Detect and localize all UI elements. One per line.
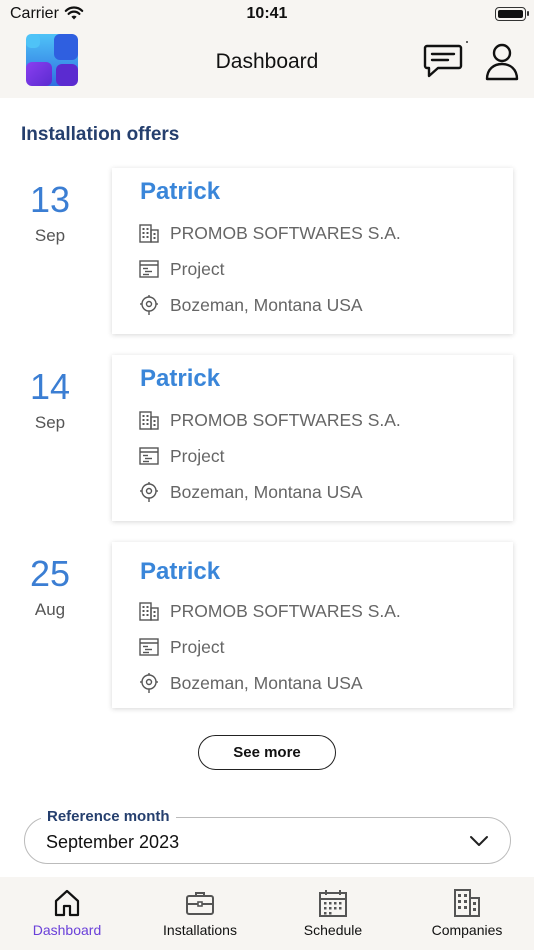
project-icon	[139, 260, 159, 278]
project-icon	[139, 447, 159, 465]
offer-type-row: Project	[138, 258, 224, 280]
clock: 10:41	[246, 5, 288, 22]
offer-name: Patrick	[140, 558, 221, 585]
building-icon	[139, 602, 159, 621]
tab-installations[interactable]: Installations	[133, 877, 267, 950]
tab-label: Installations	[163, 922, 237, 938]
offer-location-row: Bozeman, Montana USA	[138, 481, 363, 503]
offer-card[interactable]: Patrick PROMOB SOFTWARES S.A. Project Bo…	[112, 542, 513, 708]
location-pin-icon	[140, 482, 158, 502]
building-icon	[139, 224, 159, 243]
offer-company: PROMOB SOFTWARES S.A.	[170, 600, 401, 621]
status-bar: Carrier 10:41	[0, 0, 534, 28]
offer-location-row: Bozeman, Montana USA	[138, 672, 363, 694]
tab-label: Companies	[431, 922, 503, 938]
section-title: Installation offers	[21, 124, 180, 145]
tab-bar: Dashboard Installations Schedule Compani…	[0, 877, 534, 950]
user-icon[interactable]	[484, 42, 520, 82]
offer-company: PROMOB SOFTWARES S.A.	[170, 409, 401, 430]
building-icon	[139, 411, 159, 430]
offer-type: Project	[170, 445, 225, 466]
notification-dot	[466, 41, 468, 43]
location-pin-icon	[140, 673, 158, 693]
offer-card[interactable]: Patrick PROMOB SOFTWARES S.A. Project Bo…	[112, 355, 513, 521]
offer-date: 13 Sep	[20, 180, 80, 246]
offer-month: Sep	[34, 226, 66, 245]
offer-card[interactable]: Patrick PROMOB SOFTWARES S.A. Project Bo…	[112, 168, 513, 334]
offer-type-row: Project	[138, 636, 224, 658]
offer-company: PROMOB SOFTWARES S.A.	[170, 222, 401, 243]
tab-dashboard[interactable]: Dashboard	[0, 877, 134, 950]
building-icon	[454, 889, 480, 917]
offer-date: 25 Aug	[20, 554, 80, 620]
offer-location: Bozeman, Montana USA	[170, 294, 363, 315]
chevron-down-icon[interactable]	[469, 834, 489, 848]
chat-icon[interactable]	[422, 42, 464, 82]
offer-company-row: PROMOB SOFTWARES S.A.	[138, 409, 401, 431]
offer-company-row: PROMOB SOFTWARES S.A.	[138, 222, 401, 244]
offer-day: 25	[29, 553, 71, 594]
battery-icon	[495, 7, 529, 21]
see-more-button[interactable]: See more	[198, 735, 336, 770]
offer-day: 13	[29, 179, 71, 220]
offer-type: Project	[170, 258, 225, 279]
project-icon	[139, 638, 159, 656]
home-icon	[54, 889, 80, 917]
offer-location-row: Bozeman, Montana USA	[138, 294, 363, 316]
offer-month: Sep	[34, 413, 66, 432]
location-pin-icon	[140, 295, 158, 315]
tab-schedule[interactable]: Schedule	[266, 877, 400, 950]
offer-date: 14 Sep	[20, 367, 80, 433]
reference-month-label: Reference month	[41, 808, 176, 825]
offer-name: Patrick	[140, 365, 221, 392]
reference-month-select[interactable]: Reference month September 2023	[24, 808, 511, 864]
offer-name: Patrick	[140, 178, 221, 205]
tab-companies[interactable]: Companies	[400, 877, 534, 950]
offer-day: 14	[29, 366, 71, 407]
briefcase-icon	[186, 892, 214, 915]
tab-label: Dashboard	[32, 922, 102, 938]
offer-type: Project	[170, 636, 225, 657]
offer-location: Bozeman, Montana USA	[170, 481, 363, 502]
tab-label: Schedule	[303, 922, 363, 938]
reference-month-value: September 2023	[46, 832, 180, 852]
app-header: Dashboard	[0, 28, 534, 98]
offer-type-row: Project	[138, 445, 224, 467]
offer-company-row: PROMOB SOFTWARES S.A.	[138, 600, 401, 622]
offer-month: Aug	[34, 600, 66, 619]
offer-location: Bozeman, Montana USA	[170, 672, 363, 693]
calendar-icon	[319, 890, 347, 917]
